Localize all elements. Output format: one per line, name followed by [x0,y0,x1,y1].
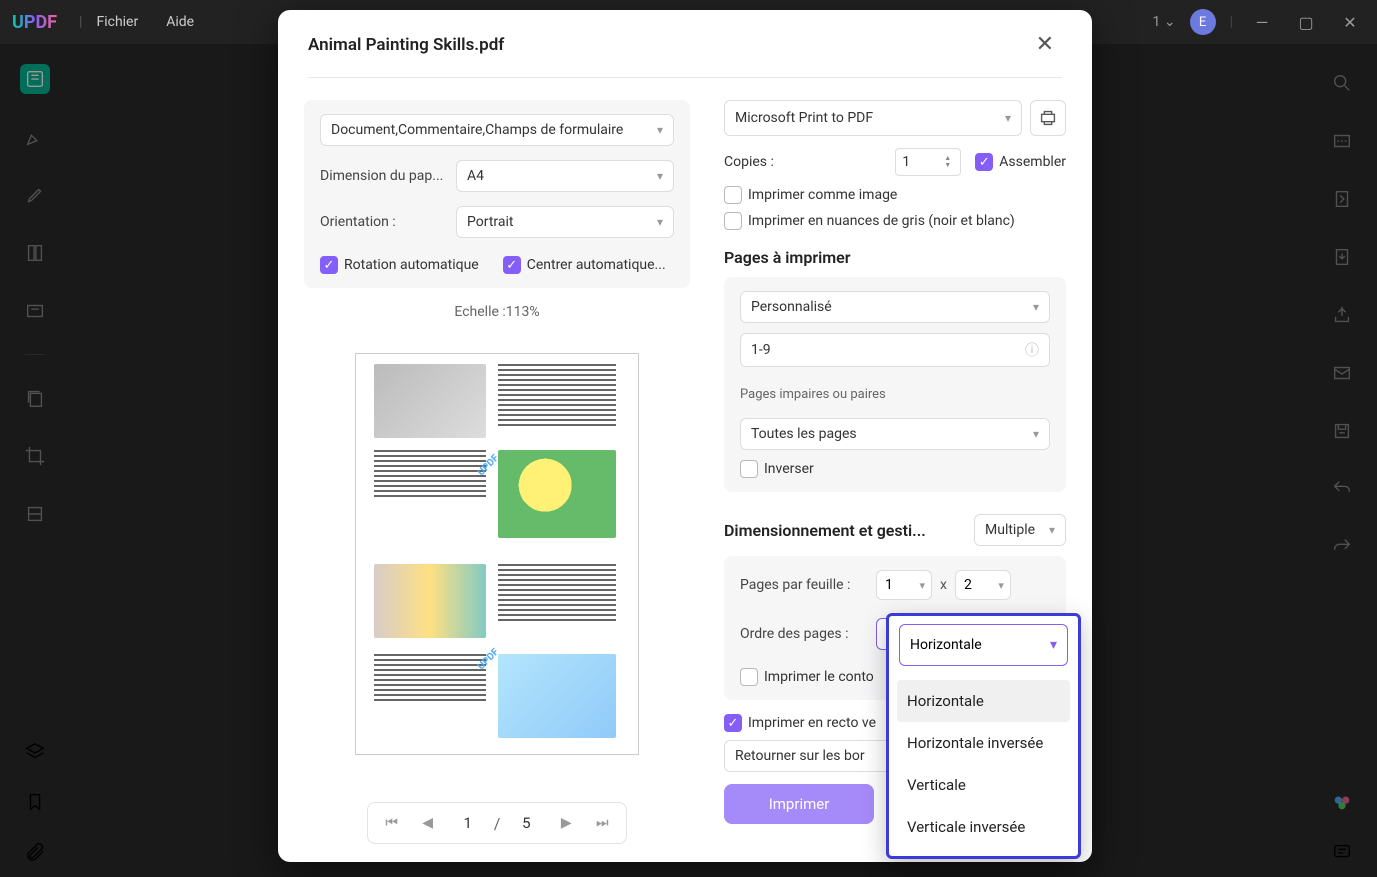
pps-rows-select[interactable]: 2 [955,570,1011,600]
page-order-option[interactable]: Verticale inversée [897,806,1070,848]
copies-label: Copies : [724,154,895,170]
pager-first[interactable]: ⏮ [378,809,406,837]
oddeven-label: Pages impaires ou paires [740,387,1050,402]
sizing-mode-select[interactable]: Multiple [974,514,1066,546]
reverse-checkbox[interactable] [740,460,758,478]
page-order-label: Ordre des pages : [740,626,868,642]
duplex-label: Imprimer en recto ve [748,715,876,731]
reverse-label: Inverser [764,461,814,477]
autorotate-label: Rotation automatique [344,257,479,273]
print-button[interactable]: Imprimer [724,784,874,824]
pager-prev[interactable]: ◀ [414,809,442,837]
collate-checkbox[interactable] [975,153,993,171]
pps-cols-select[interactable]: 1 [876,570,932,600]
scale-indicator: Echelle :113% [304,304,690,320]
orientation-select[interactable]: Portrait [456,206,674,238]
orientation-label: Orientation : [320,214,448,230]
avatar[interactable]: E [1190,9,1216,35]
menu-help[interactable]: Aide [166,14,194,30]
copies-input[interactable]: 1▲▼ [895,148,961,176]
print-border-label: Imprimer le conto [764,669,874,685]
autocenter-label: Centrer automatique... [527,257,666,273]
pager-next[interactable]: ▶ [552,809,580,837]
grayscale-label: Imprimer en nuances de gris (noir et bla… [748,213,1015,229]
preview-pager: ⏮ ◀ 1 / 5 ▶ ⏭ [367,802,628,844]
printer-select[interactable]: Microsoft Print to PDF [724,100,1022,136]
page-order-dropdown: Horizontale Horizontale Horizontale inve… [886,613,1081,859]
collate-label: Assembler [999,154,1066,170]
pages-section-title: Pages à imprimer [724,248,1066,267]
autocenter-checkbox[interactable] [503,256,521,274]
app-logo: UPDF [12,12,57,33]
content-type-select[interactable]: Document,Commentaire,Champs de formulair… [320,114,674,146]
autorotate-checkbox[interactable] [320,256,338,274]
minimize-button[interactable]: — [1247,13,1277,32]
print-preview: UPDF UPDF [304,330,690,778]
menu-file[interactable]: Fichier [96,14,138,30]
papersize-label: Dimension du pap... [320,168,448,184]
oddeven-select[interactable]: Toutes les pages [740,418,1050,450]
page-range-mode-select[interactable]: Personnalisé [740,291,1050,323]
print-as-image-checkbox[interactable] [724,186,742,204]
page-order-option[interactable]: Horizontale inversée [897,722,1070,764]
page-order-option[interactable]: Verticale [897,764,1070,806]
pages-per-sheet-label: Pages par feuille : [740,577,868,593]
page-order-dropdown-header[interactable]: Horizontale [899,624,1068,666]
pager-current[interactable]: 1 [450,814,486,832]
duplex-checkbox[interactable] [724,714,742,732]
print-border-checkbox[interactable] [740,668,758,686]
maximize-button[interactable]: ▢ [1291,13,1321,32]
pager-total: 5 [508,814,544,832]
dialog-title: Animal Painting Skills.pdf [308,35,504,55]
print-as-image-label: Imprimer comme image [748,187,897,203]
page-range-input[interactable]: 1-9ⓘ [740,333,1050,367]
page-order-option[interactable]: Horizontale [897,680,1070,722]
papersize-select[interactable]: A4 [456,160,674,192]
info-icon[interactable]: ⓘ [1025,340,1039,360]
close-dialog-button[interactable]: ✕ [1028,28,1062,61]
grayscale-checkbox[interactable] [724,212,742,230]
sizing-section-title: Dimensionnement et gesti... [724,521,964,540]
printer-properties-button[interactable] [1030,100,1066,136]
pager-last[interactable]: ⏭ [588,809,616,837]
close-window-button[interactable]: ✕ [1335,13,1365,32]
zoom-indicator[interactable]: 1 ⌄ [1153,14,1176,30]
